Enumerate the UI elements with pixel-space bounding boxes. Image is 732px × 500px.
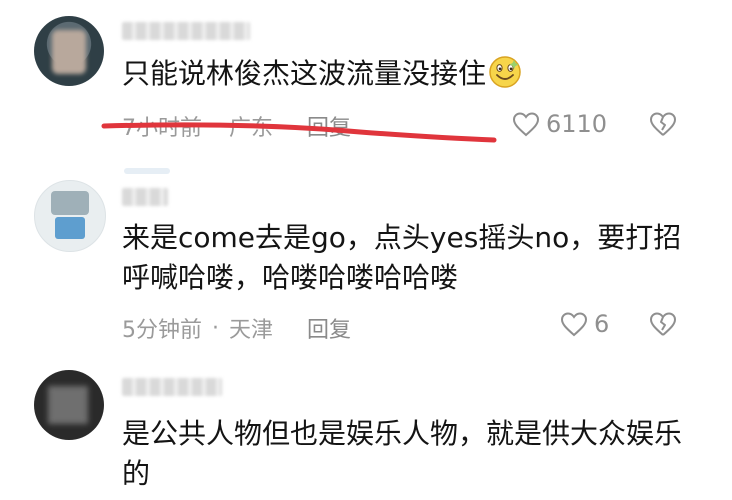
username-blurred[interactable]	[122, 188, 168, 206]
comment-meta: 5分钟前 · 天津 回复	[122, 312, 351, 344]
comment-text: 只能说林俊杰这波流量没接住	[122, 54, 702, 94]
heart-outline-icon	[560, 312, 588, 337]
comment-text-content: 只能说林俊杰这波流量没接住	[122, 57, 487, 90]
grinning-face-emoji-icon	[489, 56, 521, 88]
comment-3: 是公共人物但也是娱乐人物，就是供大众娱乐的	[0, 360, 732, 500]
like-count: 6	[594, 310, 610, 338]
comment-2: 来是come去是go，点头yes摇头no，要打招呼喊哈喽，哈喽哈喽哈哈喽 5分钟…	[0, 170, 732, 350]
like-button[interactable]: 6	[560, 310, 609, 338]
username-blurred[interactable]	[122, 22, 250, 40]
broken-heart-icon[interactable]	[648, 110, 678, 138]
comment-meta: 7小时前 · 广东 回复	[122, 110, 351, 142]
heart-outline-icon	[512, 112, 540, 137]
comment-location: 广东	[229, 116, 274, 141]
comment-text: 是公共人物但也是娱乐人物，就是供大众娱乐的	[122, 417, 683, 490]
comment-time: 5分钟前	[122, 318, 202, 343]
reply-button[interactable]: 回复	[307, 312, 351, 344]
broken-heart-icon[interactable]	[648, 310, 678, 338]
like-button[interactable]: 6110	[512, 110, 607, 138]
avatar[interactable]	[34, 180, 106, 252]
avatar[interactable]	[34, 16, 104, 86]
comment-text: 来是come去是go，点头yes摇头no，要打招呼喊哈喽，哈喽哈喽哈哈喽	[122, 221, 682, 294]
reply-button[interactable]: 回复	[307, 110, 351, 142]
comment-time: 7小时前	[122, 116, 202, 141]
username-blurred[interactable]	[122, 378, 222, 396]
meta-separator: ·	[212, 315, 219, 341]
meta-separator: ·	[212, 113, 219, 139]
comment-1: 只能说林俊杰这波流量没接住 7小时前 · 广东 回复 6110	[0, 0, 732, 150]
like-count: 6110	[546, 110, 608, 138]
comment-location: 天津	[229, 318, 274, 343]
avatar[interactable]	[34, 370, 104, 440]
